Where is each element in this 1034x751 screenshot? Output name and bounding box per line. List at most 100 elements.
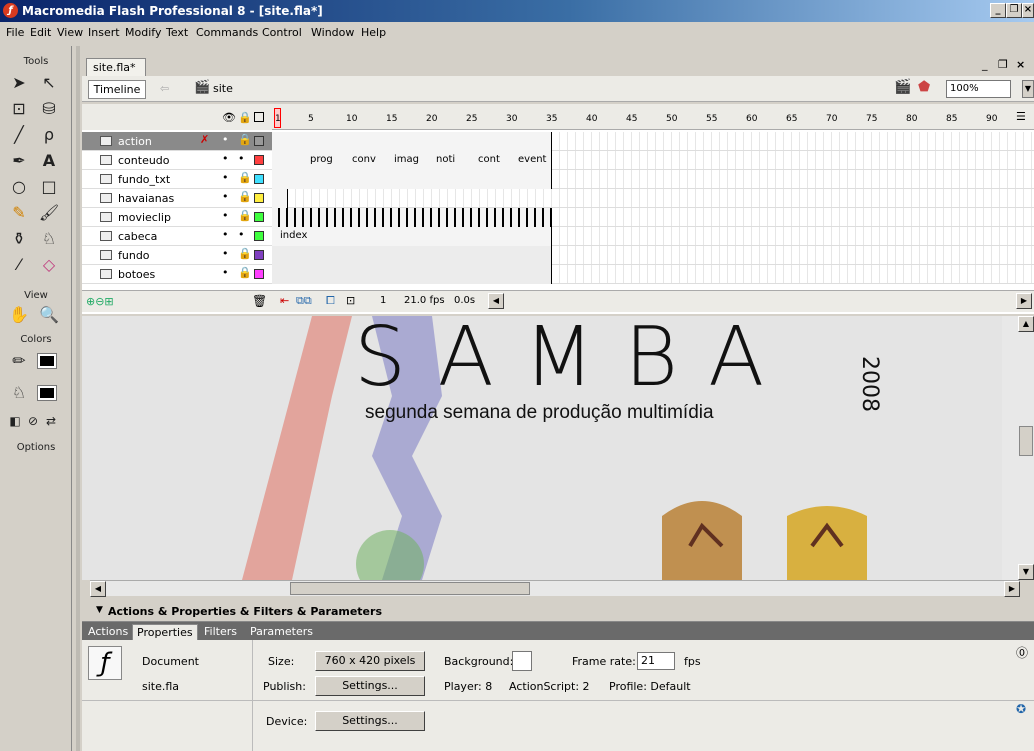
hand-tool-icon[interactable]: ✋ <box>8 304 30 326</box>
frame-row[interactable]: index <box>272 227 1034 246</box>
help-icon[interactable]: ⓪ <box>1016 644 1028 661</box>
frame-ruler[interactable]: 1 5 10 15 20 25 30 35 40 45 50 55 60 65 … <box>272 104 1034 130</box>
frame-row[interactable] <box>272 170 1034 189</box>
stage[interactable]: SAMBA 2008 segunda semana de produção mu… <box>82 316 1020 580</box>
add-layer-icon[interactable]: ⊕⊖⊞ <box>86 295 114 308</box>
pencil-tool-icon[interactable]: ✎ <box>8 202 30 224</box>
text-tool-icon[interactable]: A <box>38 150 60 172</box>
line-tool-icon[interactable]: ╱ <box>8 124 30 146</box>
outline-color-box[interactable] <box>254 174 264 184</box>
outline-color-box[interactable] <box>254 231 264 241</box>
menu-text[interactable]: Text <box>166 26 188 39</box>
visibility-dot[interactable]: • <box>222 190 229 203</box>
stage-horizontal-scrollbar[interactable]: ◀ ▶ <box>90 580 1020 597</box>
scroll-up-icon[interactable]: ▲ <box>1018 316 1034 332</box>
horizontal-scroll-thumb[interactable] <box>290 582 530 595</box>
tab-filters[interactable]: Filters <box>200 624 241 640</box>
visibility-dot[interactable]: • <box>222 209 229 222</box>
rectangle-tool-icon[interactable]: □ <box>38 176 60 198</box>
zoom-dropdown-icon[interactable]: ▼ <box>1022 80 1034 98</box>
edit-scene-icon[interactable]: 🎬 <box>894 79 911 95</box>
layer-row[interactable]: fundo • 🔒 <box>82 246 272 265</box>
scroll-left-icon[interactable]: ◀ <box>488 293 504 309</box>
visibility-dot[interactable]: • <box>222 228 229 241</box>
onion-skin-icon[interactable]: ⧉⧉ <box>296 294 312 308</box>
scroll-right-icon[interactable]: ▶ <box>1016 293 1032 309</box>
zoom-tool-icon[interactable]: 🔍 <box>38 304 60 326</box>
menu-control[interactable]: Control <box>262 26 302 39</box>
layer-row[interactable]: conteudo • • <box>82 151 272 170</box>
edit-multiple-icon[interactable]: ⊡ <box>346 294 355 307</box>
layer-row[interactable]: action ✗ • 🔒 <box>82 132 272 151</box>
delete-layer-icon[interactable]: 🗑 <box>252 294 267 308</box>
menu-help[interactable]: Help <box>361 26 386 39</box>
eyedropper-tool-icon[interactable]: ⁄ <box>8 254 30 276</box>
frame-row[interactable]: prog conv imag noti cont event <box>272 151 1034 170</box>
visibility-dot[interactable]: • <box>222 266 229 279</box>
fill-color-swatch[interactable] <box>37 385 57 401</box>
menu-insert[interactable]: Insert <box>88 26 120 39</box>
visibility-dot[interactable]: • <box>222 247 229 260</box>
layer-row[interactable]: cabeca • • <box>82 227 272 246</box>
zoom-select[interactable]: 100% <box>946 80 1011 98</box>
visibility-dot[interactable]: • <box>222 171 229 184</box>
paint-bucket-tool-icon[interactable]: ♘ <box>38 228 60 250</box>
lock-dot[interactable]: • <box>238 152 245 165</box>
tab-parameters[interactable]: Parameters <box>246 624 317 640</box>
menu-edit[interactable]: Edit <box>30 26 51 39</box>
lock-dot[interactable]: • <box>238 228 245 241</box>
lock-icon[interactable]: 🔒 <box>238 190 252 203</box>
layer-row[interactable]: fundo_txt • 🔒 <box>82 170 272 189</box>
vertical-scroll-thumb[interactable] <box>1019 426 1033 456</box>
lock-icon[interactable]: 🔒 <box>238 171 252 184</box>
panel-header[interactable]: ▼ Actions & Properties & Filters & Param… <box>82 602 1034 622</box>
outline-color-box[interactable] <box>254 136 264 146</box>
frame-span[interactable] <box>272 246 552 265</box>
eraser-tool-icon[interactable]: ◇ <box>38 254 60 276</box>
tab-actions[interactable]: Actions <box>84 624 132 640</box>
free-transform-tool-icon[interactable]: ⊡ <box>8 98 30 120</box>
timeline-toggle-button[interactable]: Timeline <box>88 80 146 99</box>
minimize-button[interactable]: _ <box>990 3 1006 18</box>
frame-span[interactable] <box>272 227 552 246</box>
outline-all-icon[interactable] <box>254 112 264 122</box>
device-settings-button[interactable]: Settings... <box>315 711 425 731</box>
pen-tool-icon[interactable]: ✒ <box>8 150 30 172</box>
fill-transform-tool-icon[interactable]: ⛁ <box>38 98 60 120</box>
menu-window[interactable]: Window <box>311 26 354 39</box>
oval-tool-icon[interactable]: ○ <box>8 176 30 198</box>
collapse-icon[interactable]: ▼ <box>96 605 103 615</box>
frame-span[interactable] <box>272 189 288 208</box>
lock-icon[interactable]: 🔒 <box>238 209 252 222</box>
swap-colors-icon[interactable]: ⇄ <box>40 410 62 432</box>
lock-icon[interactable]: 🔒 <box>238 266 252 279</box>
frame-span[interactable] <box>272 208 552 227</box>
document-tab[interactable]: site.fla* <box>86 58 146 76</box>
layer-row[interactable]: havaianas • 🔒 <box>82 189 272 208</box>
brush-tool-icon[interactable]: 🖌 <box>38 202 60 224</box>
menu-modify[interactable]: Modify <box>125 26 161 39</box>
publish-settings-button[interactable]: Settings... <box>315 676 425 696</box>
lasso-tool-icon[interactable]: ρ <box>38 124 60 146</box>
ink-bottle-tool-icon[interactable]: ⚱ <box>8 228 30 250</box>
visibility-dot[interactable]: • <box>222 133 229 146</box>
outline-color-box[interactable] <box>254 193 264 203</box>
layer-row[interactable]: movieclip • 🔒 <box>82 208 272 227</box>
lock-all-icon[interactable]: 🔒 <box>238 111 252 124</box>
back-arrow-icon[interactable]: ⇦ <box>160 82 169 95</box>
frame-row[interactable] <box>272 132 1034 151</box>
onion-outline-icon[interactable]: ⧠ <box>326 294 335 308</box>
outline-color-box[interactable] <box>254 155 264 165</box>
stage-vertical-scrollbar[interactable]: ▲ ▼ <box>1018 316 1034 580</box>
visibility-dot[interactable]: • <box>222 152 229 165</box>
subselect-tool-icon[interactable]: ↖ <box>38 72 60 94</box>
tab-properties[interactable]: Properties <box>132 624 198 640</box>
stroke-color-swatch[interactable] <box>37 353 57 369</box>
frame-row[interactable] <box>272 246 1034 265</box>
doc-close-icon[interactable]: × <box>1016 58 1025 71</box>
menu-file[interactable]: File <box>6 26 24 39</box>
panel-divider[interactable] <box>76 46 80 751</box>
fill-color-icon[interactable]: ♘ <box>8 382 30 404</box>
background-color-swatch[interactable] <box>512 651 532 671</box>
doc-restore-icon[interactable]: ❐ <box>998 58 1008 71</box>
